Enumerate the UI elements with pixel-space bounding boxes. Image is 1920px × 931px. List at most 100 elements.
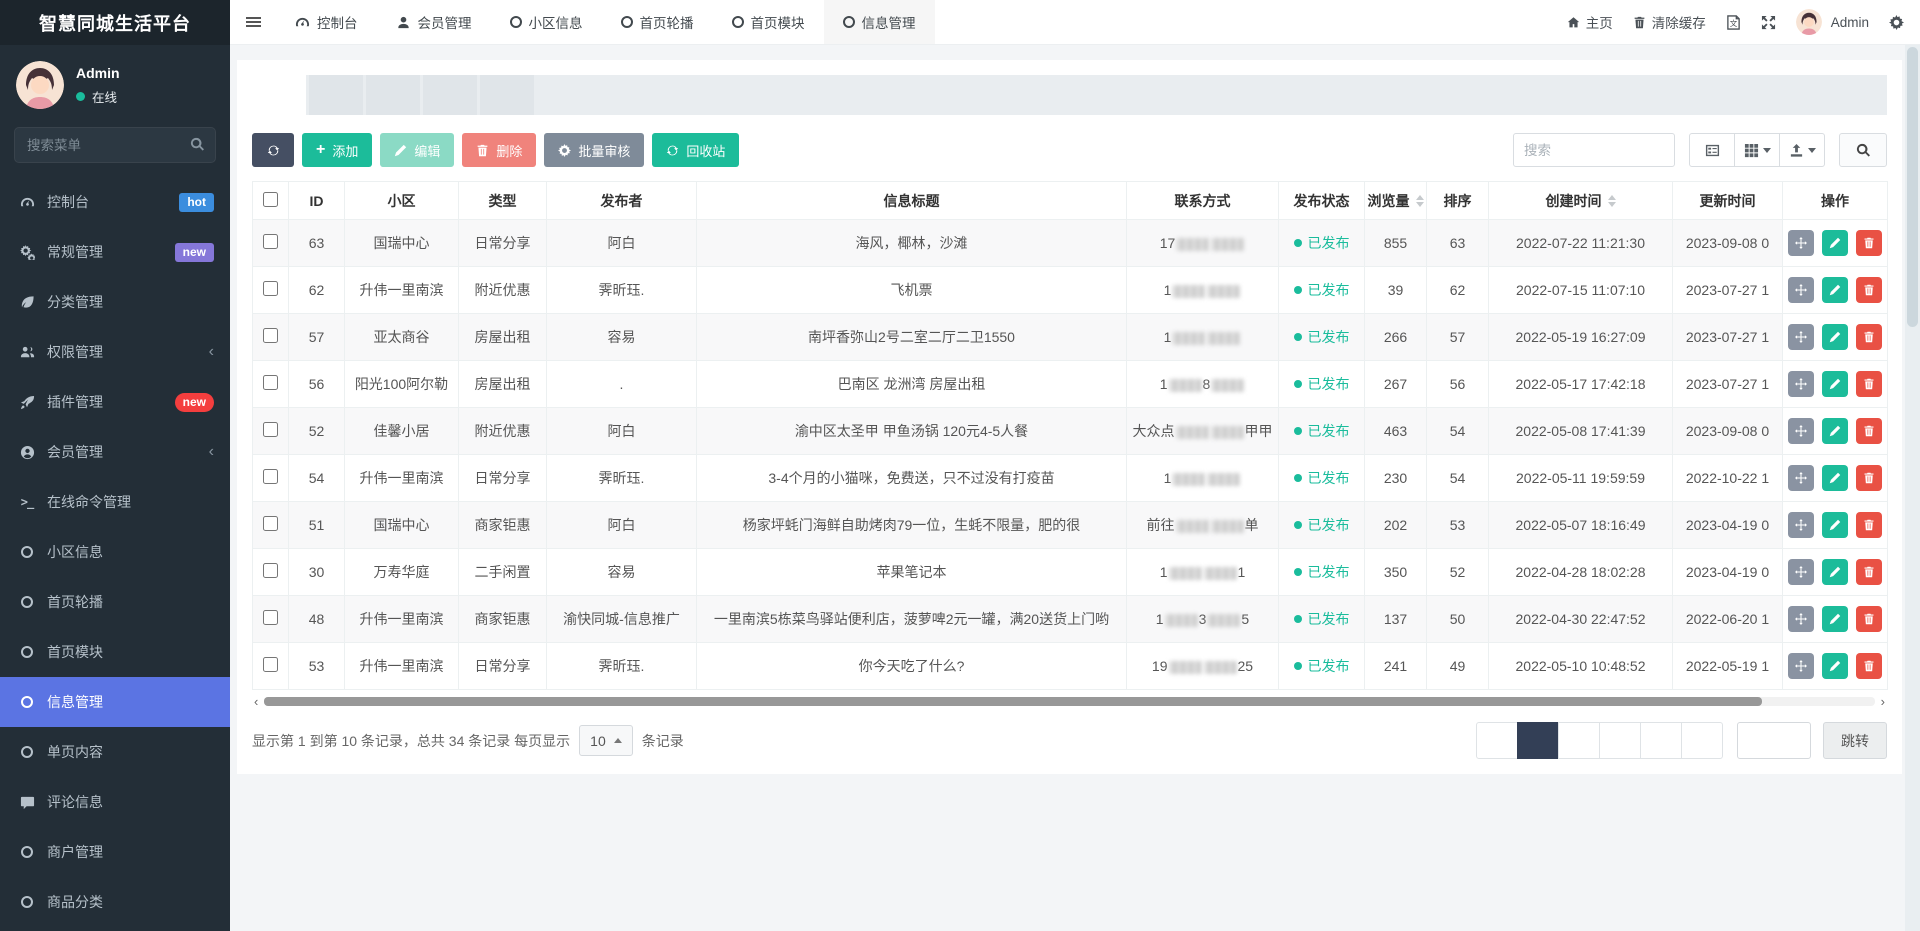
hscroll-thumb[interactable] <box>264 697 1762 706</box>
clear-cache-link[interactable]: 清除缓存 <box>1633 12 1706 32</box>
hscroll-track[interactable] <box>264 697 1874 706</box>
status-tab[interactable] <box>252 75 306 115</box>
row-delete-button[interactable] <box>1856 371 1882 397</box>
row-edit-button[interactable] <box>1822 559 1848 585</box>
recycle-bin-button[interactable]: 回收站 <box>652 133 739 167</box>
topnav-item-dashboard[interactable]: 控制台 <box>276 0 377 44</box>
row-checkbox[interactable] <box>263 657 278 672</box>
table-search-input[interactable] <box>1513 133 1675 167</box>
batch-audit-button[interactable]: 批量审核 <box>544 133 644 167</box>
page-button[interactable] <box>1640 722 1682 759</box>
status-tab[interactable] <box>480 75 534 115</box>
move-button[interactable] <box>1788 418 1814 444</box>
row-edit-button[interactable] <box>1822 371 1848 397</box>
row-edit-button[interactable] <box>1822 606 1848 632</box>
sidebar-item-comment-info[interactable]: 评论信息 <box>0 777 230 827</box>
page-button[interactable] <box>1681 722 1723 759</box>
user-menu[interactable]: Admin <box>1796 9 1869 35</box>
row-delete-button[interactable] <box>1856 559 1882 585</box>
language-button[interactable]: 文 <box>1726 15 1741 30</box>
move-button[interactable] <box>1788 324 1814 350</box>
page-button[interactable] <box>1517 722 1559 759</box>
sidebar-item-info-management[interactable]: 信息管理 <box>0 677 230 727</box>
move-button[interactable] <box>1788 465 1814 491</box>
row-delete-button[interactable] <box>1856 324 1882 350</box>
move-button[interactable] <box>1788 512 1814 538</box>
sidebar-item-home-carousel[interactable]: 首页轮播 <box>0 577 230 627</box>
row-delete-button[interactable] <box>1856 230 1882 256</box>
topnav-item-community-info[interactable]: 小区信息 <box>491 0 602 44</box>
row-edit-button[interactable] <box>1822 324 1848 350</box>
col-views[interactable]: 浏览量 <box>1365 182 1427 220</box>
sidebar-item-member-management[interactable]: 会员管理 ‹ <box>0 427 230 477</box>
row-checkbox[interactable] <box>263 328 278 343</box>
move-button[interactable] <box>1788 371 1814 397</box>
row-edit-button[interactable] <box>1822 277 1848 303</box>
sidebar-item-permission-management[interactable]: 权限管理 ‹ <box>0 327 230 377</box>
settings-button[interactable] <box>1889 15 1904 30</box>
columns-button[interactable] <box>1734 133 1780 167</box>
scroll-left-icon[interactable]: ‹ <box>252 695 260 708</box>
row-checkbox[interactable] <box>263 610 278 625</box>
row-checkbox[interactable] <box>263 375 278 390</box>
edit-button[interactable]: 编辑 <box>380 133 454 167</box>
status-tab[interactable] <box>309 75 363 115</box>
status-tab[interactable] <box>366 75 420 115</box>
sidebar-item-plugin-management[interactable]: 插件管理 new <box>0 377 230 427</box>
home-link[interactable]: 主页 <box>1567 12 1613 32</box>
page-size-select[interactable]: 10 <box>579 725 633 756</box>
row-checkbox[interactable] <box>263 281 278 296</box>
topnav-item-info-management[interactable]: 信息管理 <box>824 0 935 44</box>
move-button[interactable] <box>1788 653 1814 679</box>
select-all-checkbox[interactable] <box>263 192 278 207</box>
row-edit-button[interactable] <box>1822 230 1848 256</box>
sidebar-item-online-command[interactable]: >_ 在线命令管理 <box>0 477 230 527</box>
sidebar-toggle-button[interactable] <box>230 0 276 44</box>
status-tab[interactable] <box>423 75 477 115</box>
vscroll-thumb[interactable] <box>1907 47 1918 327</box>
refresh-button[interactable] <box>252 133 294 167</box>
move-button[interactable] <box>1788 277 1814 303</box>
sidebar-item-category-management[interactable]: 分类管理 <box>0 277 230 327</box>
page-button[interactable] <box>1599 722 1641 759</box>
sidebar-item-single-page-content[interactable]: 单页内容 <box>0 727 230 777</box>
sidebar-item-community-info[interactable]: 小区信息 <box>0 527 230 577</box>
topnav-item-members[interactable]: 会员管理 <box>377 0 491 44</box>
topnav-item-home-carousel[interactable]: 首页轮播 <box>602 0 713 44</box>
scroll-right-icon[interactable]: › <box>1879 695 1887 708</box>
vertical-scrollbar[interactable] <box>1905 45 1920 931</box>
row-checkbox[interactable] <box>263 516 278 531</box>
jump-button[interactable]: 跳转 <box>1823 722 1887 759</box>
row-checkbox[interactable] <box>263 234 278 249</box>
col-created[interactable]: 创建时间 <box>1489 182 1673 220</box>
row-delete-button[interactable] <box>1856 418 1882 444</box>
move-button[interactable] <box>1788 230 1814 256</box>
detail-view-button[interactable] <box>1689 133 1735 167</box>
page-button[interactable] <box>1558 722 1600 759</box>
row-edit-button[interactable] <box>1822 418 1848 444</box>
fullscreen-button[interactable] <box>1761 15 1776 30</box>
jump-page-input[interactable] <box>1737 722 1811 759</box>
sidebar-item-merchant-management[interactable]: 商户管理 <box>0 827 230 877</box>
export-button[interactable] <box>1779 133 1825 167</box>
row-delete-button[interactable] <box>1856 653 1882 679</box>
row-delete-button[interactable] <box>1856 512 1882 538</box>
row-edit-button[interactable] <box>1822 653 1848 679</box>
move-button[interactable] <box>1788 559 1814 585</box>
row-edit-button[interactable] <box>1822 512 1848 538</box>
row-delete-button[interactable] <box>1856 277 1882 303</box>
topnav-item-home-modules[interactable]: 首页模块 <box>713 0 824 44</box>
row-delete-button[interactable] <box>1856 606 1882 632</box>
row-edit-button[interactable] <box>1822 465 1848 491</box>
page-button[interactable] <box>1476 722 1518 759</box>
search-submit-button[interactable] <box>1839 133 1887 167</box>
row-checkbox[interactable] <box>263 422 278 437</box>
add-button[interactable]: + 添加 <box>302 133 372 167</box>
menu-search-input[interactable] <box>14 127 216 163</box>
sidebar-item-product-category[interactable]: 商品分类 <box>0 877 230 927</box>
delete-button[interactable]: 删除 <box>462 133 536 167</box>
row-checkbox[interactable] <box>263 563 278 578</box>
sidebar-item-home-modules[interactable]: 首页模块 <box>0 627 230 677</box>
row-delete-button[interactable] <box>1856 465 1882 491</box>
sidebar-item-dashboard[interactable]: 控制台 hot <box>0 177 230 227</box>
